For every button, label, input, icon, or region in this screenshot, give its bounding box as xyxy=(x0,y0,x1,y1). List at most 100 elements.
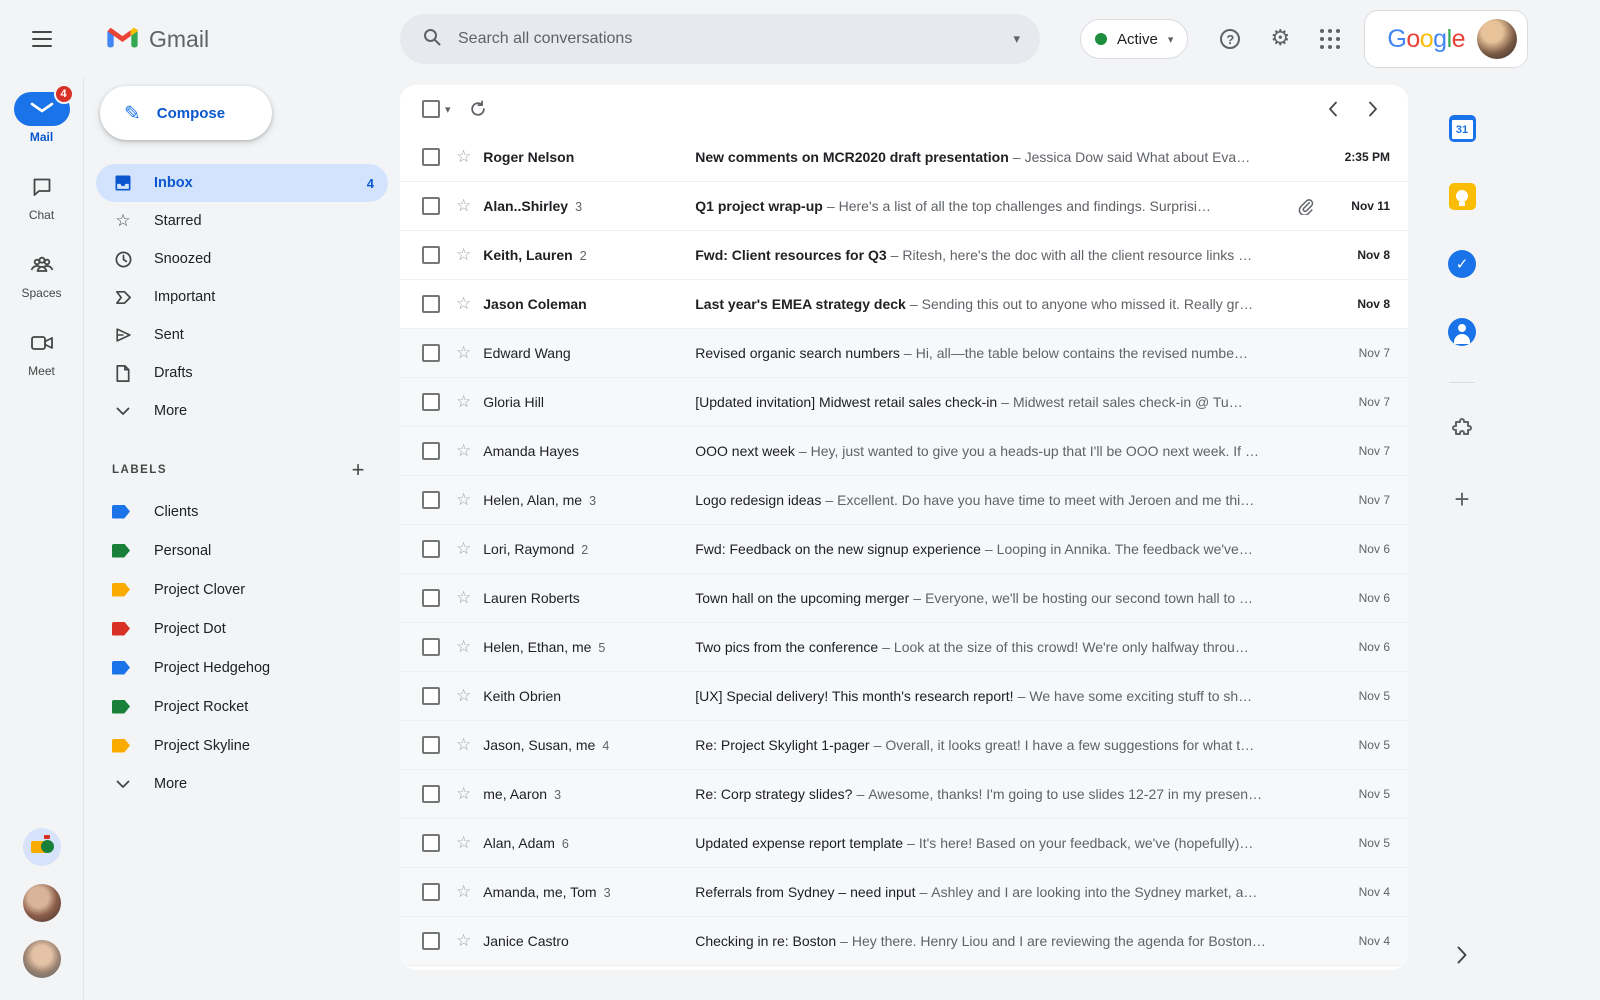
profile-avatar[interactable] xyxy=(1477,19,1518,59)
search-options-caret-icon[interactable]: ▾ xyxy=(1013,31,1020,47)
email-row[interactable]: ☆ Amanda Hayes OOO next week – Hey, just w… xyxy=(400,427,1408,476)
rail-item-spaces[interactable]: Spaces xyxy=(14,248,70,300)
email-checkbox[interactable] xyxy=(422,246,440,264)
email-checkbox[interactable] xyxy=(422,393,440,411)
star-icon[interactable]: ☆ xyxy=(456,833,471,853)
email-checkbox[interactable] xyxy=(422,197,440,215)
email-row[interactable]: ☆ Helen, Alan, me 3 Logo redesign ideas –… xyxy=(400,476,1408,525)
search-icon[interactable] xyxy=(422,27,442,52)
sidebar-item-drafts[interactable]: Drafts xyxy=(96,354,388,392)
sidebar-label-item[interactable]: Personal xyxy=(96,531,388,570)
email-row[interactable]: ☆ Gloria Hill [Updated invitation] Midwe… xyxy=(400,378,1408,427)
help-button[interactable]: ? xyxy=(1210,19,1250,59)
star-icon[interactable]: ☆ xyxy=(456,784,471,804)
email-row[interactable]: ☆ Janice Castro Checking in re: Boston – H… xyxy=(400,917,1408,966)
email-checkbox[interactable] xyxy=(422,638,440,656)
search-input[interactable] xyxy=(458,30,1014,48)
subject-snippet-separator: – xyxy=(1017,688,1026,704)
star-icon[interactable]: ☆ xyxy=(456,539,471,559)
email-row[interactable]: ☆ Alan, Adam 6 Updated expense report te… xyxy=(400,819,1408,868)
email-checkbox[interactable] xyxy=(422,687,440,705)
email-row[interactable]: ☆ Lauren Roberts Town hall on the upcomi… xyxy=(400,574,1408,623)
newer-page-icon[interactable] xyxy=(1322,95,1344,123)
sidebar-label-item[interactable]: Project Hedgehog xyxy=(96,648,388,687)
sidebar-item-more[interactable]: More xyxy=(96,392,388,430)
email-checkbox[interactable] xyxy=(422,932,440,950)
add-label-button[interactable]: + xyxy=(342,454,374,486)
select-all-checkbox[interactable] xyxy=(422,100,440,118)
gmail-logo[interactable]: Gmail xyxy=(84,24,400,55)
email-checkbox[interactable] xyxy=(422,785,440,803)
sidebar-item-starred[interactable]: ☆ Starred xyxy=(96,202,388,240)
star-icon[interactable]: ☆ xyxy=(456,686,471,706)
star-icon[interactable]: ☆ xyxy=(456,343,471,363)
email-checkbox[interactable] xyxy=(422,295,440,313)
sidebar-label-item[interactable]: Project Skyline xyxy=(96,726,388,765)
keep-button[interactable] xyxy=(1442,176,1482,216)
email-checkbox[interactable] xyxy=(422,883,440,901)
star-icon[interactable]: ☆ xyxy=(456,588,471,608)
hide-side-panel-button[interactable] xyxy=(1457,946,1468,964)
email-row[interactable]: ☆ me, Aaron 3 Re: Corp strategy slides? –… xyxy=(400,770,1408,819)
older-page-icon[interactable] xyxy=(1362,95,1384,123)
main-menu-icon[interactable] xyxy=(20,17,64,61)
email-checkbox[interactable] xyxy=(422,834,440,852)
compose-button[interactable]: ✎ Compose xyxy=(100,86,272,140)
email-checkbox[interactable] xyxy=(422,442,440,460)
sidebar-item-snoozed[interactable]: Snoozed xyxy=(96,240,388,278)
contact-avatar[interactable] xyxy=(22,884,61,922)
star-icon[interactable]: ☆ xyxy=(456,196,471,216)
get-addons-button[interactable] xyxy=(1442,411,1482,451)
star-icon[interactable]: ☆ xyxy=(456,147,471,167)
star-icon[interactable]: ☆ xyxy=(456,294,471,314)
email-row[interactable]: ☆ Keith, Lauren 2 Fwd: Client resources … xyxy=(400,231,1408,280)
camera-space-avatar[interactable] xyxy=(22,828,61,866)
select-caret-icon[interactable]: ▾ xyxy=(445,103,451,116)
star-icon[interactable]: ☆ xyxy=(456,245,471,265)
sidebar-label-item[interactable]: Project Rocket xyxy=(96,687,388,726)
email-checkbox[interactable] xyxy=(422,540,440,558)
star-icon[interactable]: ☆ xyxy=(456,392,471,412)
sidebar-label-item[interactable]: Clients xyxy=(96,492,388,531)
star-icon[interactable]: ☆ xyxy=(456,490,471,510)
email-row[interactable]: ☆ Jason, Susan, me 4 Re: Project Skyligh… xyxy=(400,721,1408,770)
email-row[interactable]: ☆ Keith Obrien [UX] Special delivery! Th… xyxy=(400,672,1408,721)
settings-button[interactable]: ⚙ xyxy=(1260,19,1300,59)
contact-avatar[interactable] xyxy=(22,940,61,978)
contacts-button[interactable] xyxy=(1442,312,1482,352)
refresh-icon[interactable] xyxy=(469,100,487,118)
sidebar-label-item[interactable]: Project Dot xyxy=(96,609,388,648)
sidebar-item-sent[interactable]: Sent xyxy=(96,316,388,354)
sidebar-label-item[interactable]: Project Clover xyxy=(96,570,388,609)
email-row[interactable]: ☆ Amanda, me, Tom 3 Referrals from Sydne… xyxy=(400,868,1408,917)
email-checkbox[interactable] xyxy=(422,736,440,754)
google-account-chip[interactable]: Google xyxy=(1364,10,1529,68)
tasks-button[interactable]: ✓ xyxy=(1442,244,1482,284)
star-icon[interactable]: ☆ xyxy=(456,441,471,461)
rail-item-meet[interactable]: Meet xyxy=(14,326,70,378)
star-icon[interactable]: ☆ xyxy=(456,637,471,657)
email-row[interactable]: ☆ Edward Wang Revised organic search num… xyxy=(400,329,1408,378)
rail-item-chat[interactable]: Chat xyxy=(14,170,70,222)
status-selector[interactable]: Active ▾ xyxy=(1080,19,1189,59)
sidebar-item-important[interactable]: Important xyxy=(96,278,388,316)
email-row[interactable]: ☆ Roger Nelson New comments on MCR2020 d… xyxy=(400,133,1408,182)
sidebar-labels-more[interactable]: More xyxy=(96,765,388,803)
email-checkbox[interactable] xyxy=(422,589,440,607)
rail-item-mail[interactable]: 4 Mail xyxy=(13,84,74,144)
email-row[interactable]: ☆ Helen, Ethan, me 5 Two pics from the c… xyxy=(400,623,1408,672)
star-icon[interactable]: ☆ xyxy=(456,882,471,902)
email-row[interactable]: ☆ Lori, Raymond 2 Fwd: Feedback on the n… xyxy=(400,525,1408,574)
star-icon[interactable]: ☆ xyxy=(456,735,471,755)
email-row[interactable]: ☆ Alan..Shirley 3 Q1 project wrap-up – Her… xyxy=(400,182,1408,231)
add-panel-button[interactable]: + xyxy=(1442,479,1482,519)
star-icon[interactable]: ☆ xyxy=(456,931,471,951)
google-apps-button[interactable] xyxy=(1310,19,1350,59)
email-row[interactable]: ☆ Jason Coleman Last year's EMEA strateg… xyxy=(400,280,1408,329)
email-checkbox[interactable] xyxy=(422,491,440,509)
email-checkbox[interactable] xyxy=(422,344,440,362)
search-bar[interactable]: ▾ xyxy=(400,14,1040,64)
sidebar-item-inbox[interactable]: Inbox 4 xyxy=(96,164,388,202)
calendar-button[interactable]: 31 xyxy=(1442,108,1482,148)
email-checkbox[interactable] xyxy=(422,148,440,166)
